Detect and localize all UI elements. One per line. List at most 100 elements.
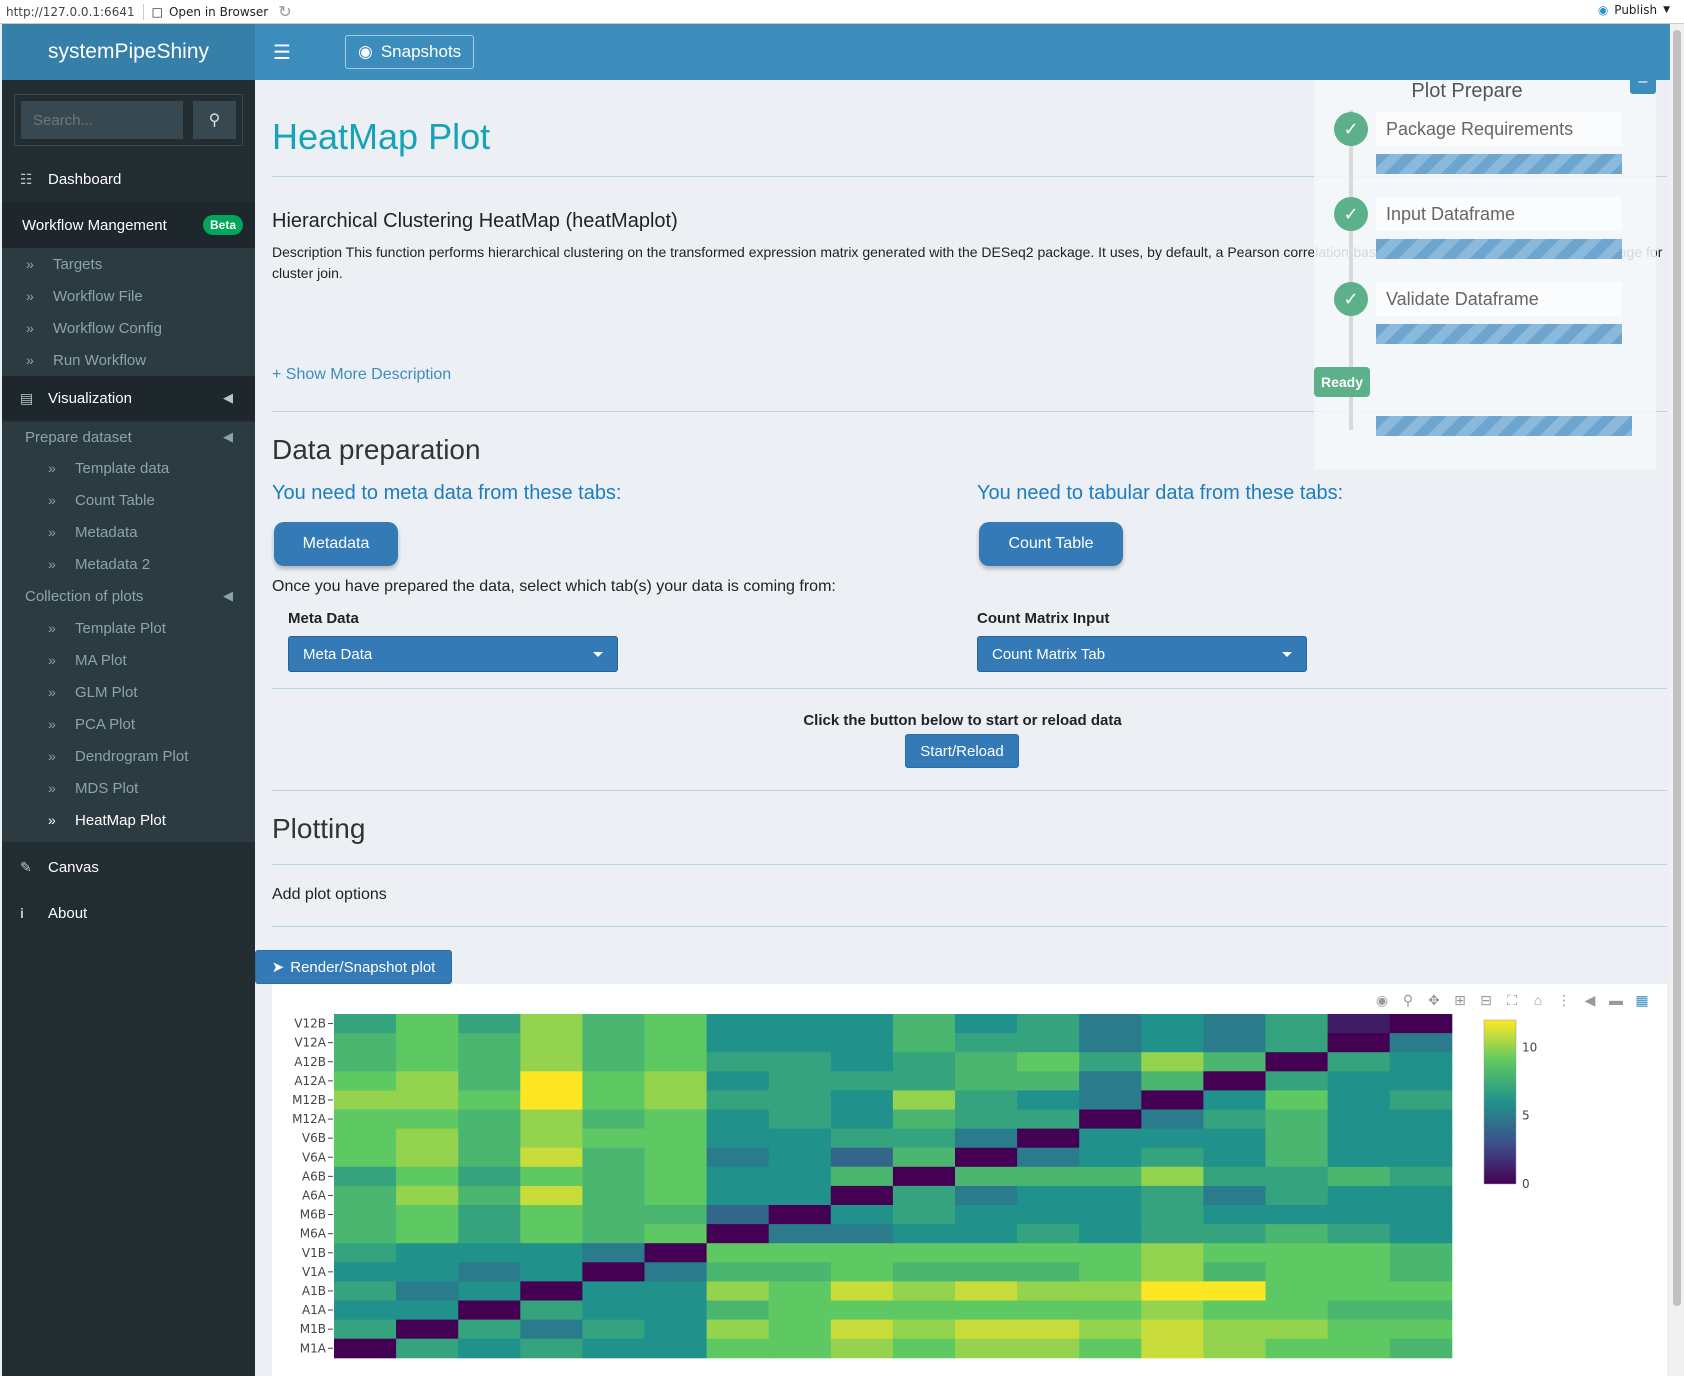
heatmap-cell[interactable]: [1203, 1147, 1266, 1168]
heatmap-cell[interactable]: [955, 1128, 1018, 1149]
heatmap-cell[interactable]: [768, 1300, 832, 1321]
heatmap-cell[interactable]: [644, 1319, 708, 1340]
heatmap-cell[interactable]: [1079, 1243, 1142, 1263]
heatmap-cell[interactable]: [396, 1147, 459, 1168]
heatmap-cell[interactable]: [1389, 1281, 1453, 1301]
heatmap-cell[interactable]: [396, 1243, 459, 1263]
heatmap-cell[interactable]: [458, 1224, 521, 1244]
heatmap-cell[interactable]: [1265, 1109, 1329, 1130]
heatmap-cell[interactable]: [1203, 1185, 1266, 1206]
heatmap-cell[interactable]: [1141, 1205, 1204, 1225]
sidebar-item-targets[interactable]: » Targets: [2, 248, 255, 280]
heatmap-cell[interactable]: [1389, 1147, 1453, 1168]
heatmap-cell[interactable]: [458, 1071, 521, 1091]
heatmap-cell[interactable]: [396, 1338, 459, 1359]
heatmap-cell[interactable]: [1327, 1338, 1391, 1359]
heatmap-cell[interactable]: [644, 1224, 708, 1244]
heatmap-cell[interactable]: [1141, 1166, 1204, 1187]
heatmap-cell[interactable]: [1141, 1319, 1204, 1340]
heatmap-cell[interactable]: [706, 1166, 770, 1187]
heatmap-cell[interactable]: [582, 1071, 645, 1091]
sidebar-item-about[interactable]: i About: [2, 890, 255, 936]
heatmap-cell[interactable]: [706, 1300, 770, 1321]
heatmap-cell[interactable]: [334, 1243, 397, 1263]
heatmap-cell[interactable]: [458, 1014, 521, 1034]
heatmap-cell[interactable]: [396, 1033, 459, 1053]
heatmap-cell[interactable]: [334, 1262, 397, 1282]
heatmap-cell[interactable]: [1389, 1109, 1453, 1130]
heatmap-cell[interactable]: [1265, 1052, 1329, 1072]
heatmap-cell[interactable]: [1203, 1319, 1266, 1340]
heatmap-cell[interactable]: [1017, 1071, 1080, 1091]
heatmap-cell[interactable]: [582, 1281, 645, 1301]
heatmap-cell[interactable]: [1327, 1014, 1391, 1034]
heatmap-cell[interactable]: [334, 1033, 397, 1053]
hamburger-icon[interactable]: ☰: [273, 40, 313, 65]
add-plot-options-toggle[interactable]: Add plot options: [272, 886, 387, 904]
heatmap-cell[interactable]: [1079, 1109, 1142, 1130]
sidebar-item-workflow-config[interactable]: » Workflow Config: [2, 312, 255, 344]
heatmap-cell[interactable]: [955, 1243, 1018, 1263]
heatmap-cell[interactable]: [582, 1166, 645, 1187]
heatmap-cell[interactable]: [830, 1014, 894, 1034]
heatmap-cell[interactable]: [582, 1090, 645, 1110]
heatmap-cell[interactable]: [1265, 1014, 1329, 1034]
heatmap-cell[interactable]: [1079, 1033, 1142, 1053]
heatmap-cell[interactable]: [1327, 1243, 1391, 1263]
heatmap-cell[interactable]: [396, 1052, 459, 1072]
heatmap-cell[interactable]: [830, 1205, 894, 1225]
heatmap-cell[interactable]: [334, 1185, 397, 1206]
heatmap-cell[interactable]: [582, 1014, 645, 1034]
heatmap-cell[interactable]: [1141, 1338, 1204, 1359]
heatmap-cell[interactable]: [1203, 1128, 1266, 1149]
heatmap-cell[interactable]: [1327, 1052, 1391, 1072]
heatmap-cell[interactable]: [830, 1090, 894, 1110]
heatmap-cell[interactable]: [830, 1071, 894, 1091]
heatmap-cell[interactable]: [1017, 1338, 1080, 1359]
heatmap-cell[interactable]: [1141, 1300, 1204, 1321]
search-button[interactable]: ⚲: [193, 101, 236, 139]
heatmap-cell[interactable]: [582, 1300, 645, 1321]
heatmap-cell[interactable]: [1265, 1338, 1329, 1359]
hover-compare-icon[interactable]: ▬: [1607, 992, 1625, 1009]
heatmap-cell[interactable]: [1017, 1300, 1080, 1321]
heatmap-cell[interactable]: [706, 1033, 770, 1053]
heatmap-cell[interactable]: [1079, 1300, 1142, 1321]
count-table-tab-button[interactable]: Count Table: [979, 522, 1123, 566]
heatmap-cell[interactable]: [768, 1262, 832, 1282]
heatmap-cell[interactable]: [1265, 1243, 1329, 1263]
heatmap-cell[interactable]: [955, 1109, 1018, 1130]
heatmap-cell[interactable]: [582, 1147, 645, 1168]
heatmap-cell[interactable]: [582, 1185, 645, 1206]
heatmap-cell[interactable]: [830, 1338, 894, 1359]
heatmap-cell[interactable]: [892, 1224, 956, 1244]
heatmap-cell[interactable]: [644, 1205, 708, 1225]
heatmap-cell[interactable]: [1327, 1185, 1391, 1206]
heatmap-cell[interactable]: [1079, 1338, 1142, 1359]
heatmap-cell[interactable]: [396, 1281, 459, 1301]
heatmap-cell[interactable]: [1265, 1033, 1329, 1053]
heatmap-cell[interactable]: [458, 1166, 521, 1187]
heatmap-cell[interactable]: [1017, 1109, 1080, 1130]
heatmap-cell[interactable]: [520, 1300, 583, 1321]
heatmap-cell[interactable]: [582, 1319, 645, 1340]
heatmap-cell[interactable]: [1327, 1319, 1391, 1340]
heatmap-cell[interactable]: [1017, 1224, 1080, 1244]
heatmap-cell[interactable]: [1203, 1090, 1266, 1110]
heatmap-cell[interactable]: [582, 1262, 645, 1282]
heatmap-cell[interactable]: [396, 1205, 459, 1225]
heatmap-cell[interactable]: [520, 1338, 583, 1359]
sidebar-item-prepare-dataset[interactable]: Prepare dataset ◀: [2, 422, 255, 452]
heatmap-cell[interactable]: [644, 1300, 708, 1321]
sidebar-item-template-plot[interactable]: » Template Plot: [2, 612, 255, 644]
heatmap-cell[interactable]: [955, 1338, 1018, 1359]
heatmap-cell[interactable]: [1327, 1109, 1391, 1130]
heatmap-cell[interactable]: [582, 1109, 645, 1130]
heatmap-cell[interactable]: [1203, 1071, 1266, 1091]
url-text[interactable]: http://127.0.0.1:6641: [0, 5, 135, 19]
heatmap-cell[interactable]: [830, 1033, 894, 1053]
heatmap-cell[interactable]: [458, 1281, 521, 1301]
heatmap-cell[interactable]: [1389, 1128, 1453, 1149]
heatmap-cell[interactable]: [1265, 1300, 1329, 1321]
heatmap-cell[interactable]: [768, 1071, 832, 1091]
